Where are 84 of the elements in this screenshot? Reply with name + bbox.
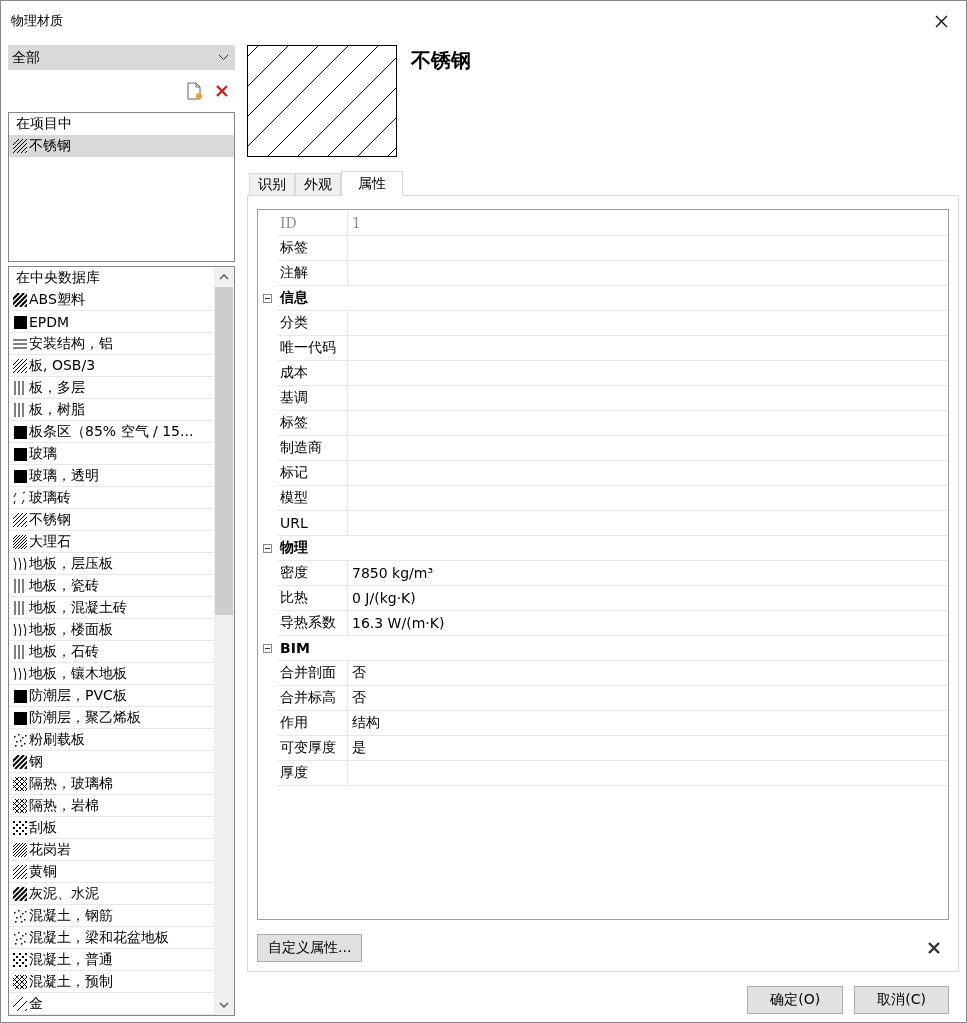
material-item[interactable]: 地板，层压板 [9,553,214,575]
property-label: URL [277,511,348,536]
material-item[interactable]: 隔热，岩棉 [9,795,214,817]
property-label: ID [277,211,348,236]
material-item[interactable]: 刮板 [9,817,214,839]
material-item[interactable]: ABS塑料 [9,289,214,311]
property-label: 标记 [277,461,348,486]
collapse-icon[interactable] [263,294,272,303]
property-label: 合并标高 [277,686,348,711]
collapse-icon[interactable] [263,644,272,653]
material-item[interactable]: 地板，石砖 [9,641,214,663]
property-value[interactable]: 7850 kg/m³ [348,561,948,586]
list-heading: 在项目中 [15,114,73,133]
property-value[interactable]: 0 J/(kg·K) [348,586,948,611]
tab[interactable]: 识别 [249,173,295,195]
property-label: 作用 [277,711,348,736]
dialog-button[interactable]: 确定(O) [747,986,844,1014]
material-item[interactable]: 混凝土，梁和花盆地板 [9,927,214,949]
material-item[interactable]: 玻璃 [9,443,214,465]
material-item[interactable]: 玻璃砖 [9,487,214,509]
material-item[interactable]: 钢 [9,751,214,773]
property-label: 标签 [277,236,348,261]
material-item[interactable]: 板，多层 [9,377,214,399]
material-item[interactable]: 安装结构，铝 [9,333,214,355]
material-item[interactable]: 黄铜 [9,861,214,883]
property-value[interactable]: 是 [348,736,948,761]
material-item[interactable]: 灰泥、水泥 [9,883,214,905]
material-item[interactable]: 防潮层，PVC板 [9,685,214,707]
property-label: 分类 [277,311,348,336]
category-dropdown[interactable]: 全部 [8,45,235,70]
group-header: 物理 [277,536,948,561]
property-label: 比热 [277,586,348,611]
material-item[interactable]: 板，树脂 [9,399,214,421]
property-label: 成本 [277,361,348,386]
window-title: 物理材质 [11,12,63,30]
material-item[interactable]: 玻璃，透明 [9,465,214,487]
tab[interactable]: 外观 [295,173,341,195]
material-item[interactable]: 地板，瓷砖 [9,575,214,597]
material-item[interactable]: 混凝土，钢筋 [9,905,214,927]
property-label: 合并剖面 [277,661,348,686]
property-label: 制造商 [277,436,348,461]
delete-icon[interactable] [215,84,229,98]
material-item[interactable]: 混凝土，普通 [9,949,214,971]
material-item[interactable]: 不锈钢 [9,509,214,531]
material-item[interactable]: EPDM [9,311,214,333]
material-item[interactable]: 隔热，玻璃棉 [9,773,214,795]
chevron-down-icon[interactable] [218,54,229,61]
material-item[interactable]: 地板，楼面板 [9,619,214,641]
scrollbar[interactable] [214,267,234,1015]
collapse-icon[interactable] [263,544,272,553]
material-item[interactable]: 地板，混凝土砖 [9,597,214,619]
property-label: 可变厚度 [277,736,348,761]
material-item[interactable]: 防潮层，聚乙烯板 [9,707,214,729]
property-label: 注解 [277,261,348,286]
material-title: 不锈钢 [411,47,471,74]
property-value[interactable]: 结构 [348,711,948,736]
group-header: 信息 [277,286,948,311]
new-document-icon[interactable] [187,82,203,100]
material-item[interactable]: 粉刷载板 [9,729,214,751]
material-item[interactable]: 金 [9,993,214,1015]
group-header: BIM [277,636,948,661]
scroll-down-icon[interactable] [219,1002,229,1008]
property-label: 模型 [277,486,348,511]
tab[interactable]: 属性 [341,171,403,196]
material-item[interactable]: 花岗岩 [9,839,214,861]
list-heading: 在中央数据库 [15,268,101,287]
property-value[interactable]: 否 [348,686,948,711]
material-item[interactable]: 不锈钢 [9,135,234,157]
property-label: 导热系数 [277,611,348,636]
property-label: 密度 [277,561,348,586]
property-value[interactable]: 否 [348,661,948,686]
scroll-up-icon[interactable] [219,274,229,280]
property-label: 基调 [277,386,348,411]
dialog-button[interactable]: 取消(C) [854,986,949,1014]
material-item[interactable]: 板, OSB/3 [9,355,214,377]
material-item[interactable]: 大理石 [9,531,214,553]
material-item[interactable]: 地板，镶木地板 [9,663,214,685]
material-item[interactable]: 混凝土，预制 [9,971,214,993]
property-label: 唯一代码 [277,336,348,361]
property-label: 标签 [277,411,348,436]
property-value[interactable]: 16.3 W/(m·K) [348,611,948,636]
material-item[interactable]: 板条区（85% 空气 / 15... [9,421,214,443]
property-label: 厚度 [277,761,348,786]
custom-properties-button[interactable]: 自定义属性... [257,934,363,962]
